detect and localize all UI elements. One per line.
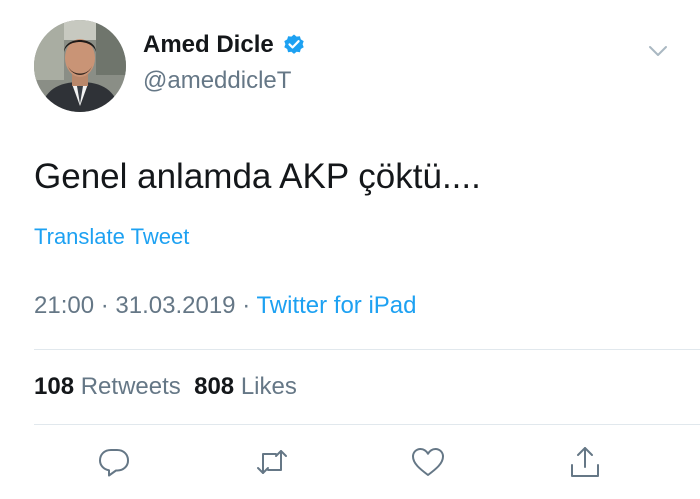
avatar[interactable] [34, 20, 126, 112]
tweet-time: 21:00 [34, 292, 95, 319]
share-icon [571, 447, 599, 477]
divider [34, 424, 700, 425]
translate-tweet-link[interactable]: Translate Tweet [34, 222, 189, 252]
tweet-date: 31.03.2019 [115, 292, 236, 319]
meta-separator: · [100, 292, 109, 319]
meta-separator: · [242, 292, 251, 319]
tweet-meta: 21:00 · 31.03.2019 · Twitter for iPad [34, 290, 417, 322]
tweet-text: Genel anlamda AKP çöktü.... [34, 157, 481, 196]
retweets-stat[interactable]: 108 Retweets [34, 373, 181, 400]
likes-stat[interactable]: 808 Likes [194, 373, 297, 400]
reply-button[interactable] [96, 444, 132, 480]
retweets-count: 108 [34, 373, 75, 400]
author-handle[interactable]: @ameddicleT [143, 65, 291, 97]
likes-label: Likes [240, 373, 297, 400]
retweets-label: Retweets [80, 373, 181, 400]
likes-count: 808 [194, 373, 235, 400]
chevron-down-icon[interactable] [647, 40, 669, 62]
heart-icon [412, 448, 444, 476]
author-display-name[interactable]: Amed Dicle [143, 29, 274, 61]
retweet-icon [257, 450, 287, 474]
like-button[interactable] [410, 444, 446, 480]
tweet-source-link[interactable]: Twitter for iPad [256, 292, 416, 319]
retweet-button[interactable] [254, 444, 290, 480]
tweet-stats: 108 Retweets 808 Likes [34, 371, 297, 403]
divider [34, 349, 700, 350]
reply-icon [99, 449, 129, 477]
tweet-card: Amed Dicle @ameddicleT Genel anlamda AKP… [0, 0, 700, 499]
author-name-row[interactable]: Amed Dicle [143, 29, 306, 61]
avatar-image [34, 20, 126, 112]
verified-badge-icon [282, 33, 306, 57]
share-button[interactable] [567, 444, 603, 480]
